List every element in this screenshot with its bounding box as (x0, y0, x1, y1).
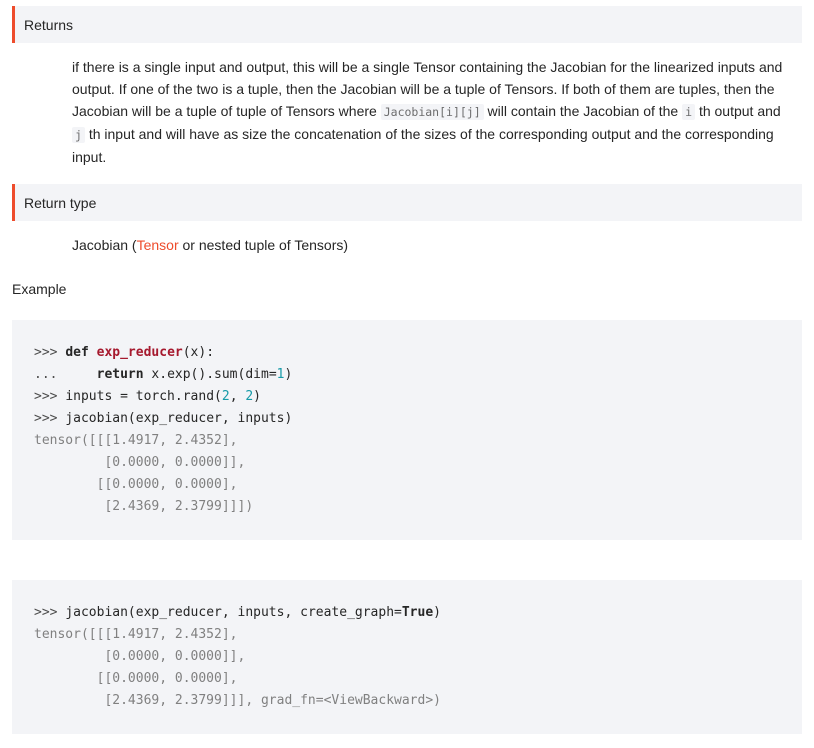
return-type-description: Jacobian (Tensor or nested tuple of Tens… (72, 234, 797, 256)
code-line: >>> jacobian(exp_reducer, inputs, create… (34, 605, 441, 620)
code-output-line: [2.4369, 2.3799]]]) (34, 499, 254, 514)
code-output-line: [0.0000, 0.0000]], (34, 649, 246, 664)
code-block-1: >>> def exp_reducer(x): ... return x.exp… (12, 320, 802, 540)
code-line: >>> jacobian(exp_reducer, inputs) (34, 411, 293, 426)
returns-text: th input and will have as size the conca… (72, 126, 774, 165)
return-type-text: or nested tuple of Tensors) (178, 237, 349, 253)
code-output-line: tensor([[[1.4917, 2.4352], (34, 433, 238, 448)
code-output-line: [0.0000, 0.0000]], (34, 455, 246, 470)
return-type-heading-label: Return type (24, 194, 97, 211)
return-type-heading: Return type (12, 184, 802, 221)
code-line: >>> inputs = torch.rand(2, 2) (34, 389, 261, 404)
code-output-line: [[0.0000, 0.0000], (34, 671, 238, 686)
code-line: >>> def exp_reducer(x): (34, 345, 215, 360)
returns-heading-label: Returns (24, 16, 74, 33)
inline-code-j: j (72, 127, 85, 143)
code-output-line: tensor([[[1.4917, 2.4352], (34, 627, 238, 642)
code-block-2: >>> jacobian(exp_reducer, inputs, create… (12, 580, 802, 734)
returns-text: will contain the Jacobian of the (483, 103, 683, 119)
code-line: ... return x.exp().sum(dim=1) (34, 367, 293, 382)
returns-text: th output and (695, 103, 781, 119)
code-output-line: [2.4369, 2.3799]]], grad_fn=<ViewBackwar… (34, 693, 441, 708)
inline-code-jacobian-index: Jacobian[i][j] (380, 104, 484, 120)
return-type-text: Jacobian ( (72, 237, 137, 253)
example-label: Example (12, 281, 67, 297)
returns-description: if there is a single input and output, t… (72, 56, 797, 168)
tensor-link[interactable]: Tensor (137, 237, 179, 253)
inline-code-i: i (682, 104, 696, 120)
returns-heading: Returns (12, 6, 802, 43)
code-output-line: [[0.0000, 0.0000], (34, 477, 238, 492)
